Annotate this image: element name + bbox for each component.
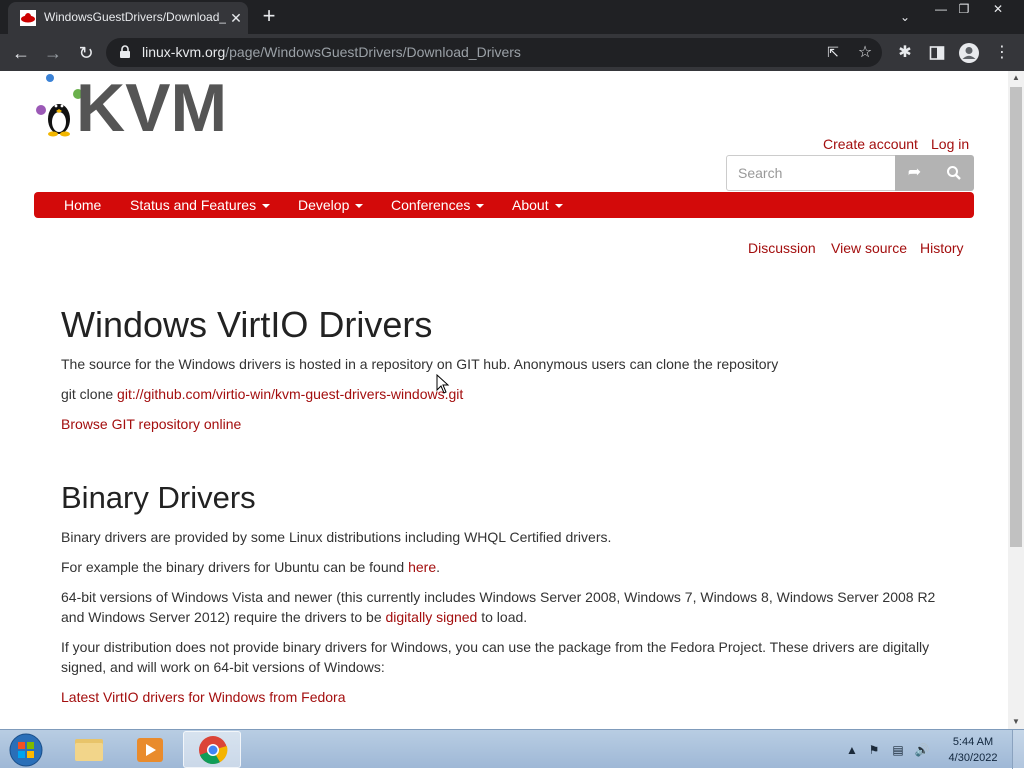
tab-history[interactable]: History (920, 240, 964, 256)
kvm-logo[interactable]: KVM (34, 71, 234, 137)
side-panel-icon[interactable] (926, 42, 948, 64)
browse-line: Browse GIT repository online (61, 414, 961, 434)
scroll-down-arrow-icon[interactable]: ▼ (1008, 715, 1024, 729)
intro-paragraph: The source for the Windows drivers is ho… (61, 356, 779, 372)
caret-down-icon (262, 204, 271, 209)
fedora-line: Latest VirtIO drivers for Windows from F… (61, 687, 961, 707)
nav-status-and-features[interactable]: Status and Features (130, 192, 271, 218)
tab-discussion[interactable]: Discussion (748, 240, 816, 256)
clock-date: 4/30/2022 (948, 752, 998, 764)
network-icon[interactable]: ▤ (890, 742, 906, 758)
digitally-signed-link[interactable]: digitally signed (386, 609, 478, 625)
ubuntu-here-link[interactable]: here (408, 559, 436, 575)
binary-paragraph: Binary drivers are provided by some Linu… (61, 529, 612, 545)
git-clone-line: git clone git://github.com/virtio-win/kv… (61, 384, 961, 404)
clock-time: 5:44 AM (952, 736, 994, 748)
ubuntu-paragraph: For example the binary drivers for Ubunt… (61, 557, 961, 577)
web-page: KVM Create account Log in ➦ Home Status … (0, 71, 1008, 729)
address-bar[interactable]: linux-kvm.org/page/WindowsGuestDrivers/D… (106, 38, 882, 67)
mouse-cursor-icon (436, 374, 450, 394)
restore-button[interactable]: ❐ (948, 0, 980, 18)
taskbar-media-player[interactable] (121, 731, 179, 768)
caret-down-icon (355, 204, 364, 209)
url-path: /page/WindowsGuestDrivers/Download_Drive… (225, 44, 521, 60)
scroll-up-arrow-icon[interactable]: ▲ (1008, 71, 1024, 85)
browser-tab[interactable]: WindowsGuestDrivers/Download_Drivers ✕ (8, 2, 248, 34)
main-navbar: Home Status and Features Develop Confere… (34, 192, 974, 218)
action-center-flag-icon[interactable]: ⚑ (866, 742, 882, 758)
tab-search-chevron-icon[interactable]: ⌄ (896, 8, 914, 26)
search-input[interactable] (727, 156, 877, 190)
go-arrow-icon[interactable]: ➦ (895, 155, 934, 191)
show-desktop-button[interactable] (1012, 730, 1024, 769)
nav-conferences-label: Conferences (391, 197, 471, 213)
create-account-link[interactable]: Create account (823, 136, 918, 152)
chrome-icon (199, 736, 228, 764)
start-button-icon[interactable] (6, 732, 46, 768)
windows-taskbar: ▲ ⚑ ▤ 🔊 5:44 AM 4/30/2022 (0, 729, 1024, 769)
extensions-puzzle-icon[interactable]: ✱ (894, 42, 916, 64)
git-repo-link[interactable]: git://github.com/virtio-win/kvm-guest-dr… (117, 386, 463, 402)
profile-avatar-icon[interactable] (958, 42, 980, 64)
lock-icon (120, 45, 130, 58)
system-tray: ▲ ⚑ ▤ 🔊 (840, 730, 950, 769)
binary-drivers-heading: Binary Drivers (61, 480, 256, 515)
nav-status-label: Status and Features (130, 197, 257, 213)
nav-conferences[interactable]: Conferences (391, 192, 485, 218)
ubuntu-suffix: . (436, 559, 440, 575)
new-tab-button[interactable]: + (258, 5, 280, 28)
share-icon[interactable]: ⇱ (824, 44, 842, 62)
browser-tab-strip: WindowsGuestDrivers/Download_Drivers ✕ +… (0, 0, 1024, 34)
page-scrollbar[interactable]: ▲ ▼ (1008, 71, 1024, 729)
nav-develop[interactable]: Develop (298, 192, 364, 218)
folder-icon (75, 739, 103, 761)
tab-view-source[interactable]: View source (831, 240, 907, 256)
bookmark-star-icon[interactable]: ☆ (856, 42, 874, 62)
back-arrow-icon[interactable]: ← (9, 41, 33, 65)
scrollbar-thumb[interactable] (1010, 87, 1022, 547)
git-clone-prefix: git clone (61, 386, 118, 402)
tab-close-icon[interactable]: ✕ (228, 10, 244, 26)
browse-git-link[interactable]: Browse GIT repository online (61, 416, 241, 432)
chrome-menu-icon[interactable]: ⋮ (991, 42, 1013, 64)
logo-text: KVM (76, 71, 227, 137)
taskbar-explorer[interactable] (60, 731, 118, 768)
forward-arrow-icon[interactable]: → (41, 41, 65, 65)
media-player-icon (137, 738, 163, 762)
url-text: linux-kvm.org/page/WindowsGuestDrivers/D… (142, 44, 521, 60)
nav-home-label: Home (64, 197, 102, 213)
redhat-favicon-icon (20, 10, 36, 26)
taskbar-clock[interactable]: 5:44 AM 4/30/2022 (938, 734, 1008, 766)
log-in-link[interactable]: Log in (931, 136, 969, 152)
fedora-paragraph: If your distribution does not provide bi… (61, 639, 930, 675)
fedora-drivers-link[interactable]: Latest VirtIO drivers for Windows from F… (61, 689, 346, 705)
taskbar-chrome[interactable] (183, 731, 241, 768)
search-icon[interactable] (934, 155, 974, 191)
volume-icon[interactable]: 🔊 (914, 742, 930, 758)
nav-home[interactable]: Home (64, 192, 101, 218)
nav-develop-label: Develop (298, 197, 350, 213)
caret-down-icon (554, 204, 563, 209)
url-host: linux-kvm.org (142, 44, 226, 60)
nav-about-label: About (512, 197, 549, 213)
signed-suffix: to load. (477, 609, 528, 625)
tab-title: WindowsGuestDrivers/Download_Drivers (44, 10, 226, 24)
nav-about[interactable]: About (512, 192, 563, 218)
browser-toolbar: ← → ↻ linux-kvm.org/page/WindowsGuestDri… (0, 34, 1024, 71)
search-box (726, 155, 896, 191)
signed-paragraph: 64-bit versions of Windows Vista and new… (61, 587, 941, 627)
caret-down-icon (476, 204, 485, 209)
reload-icon[interactable]: ↻ (74, 41, 98, 65)
show-hidden-icons-icon[interactable]: ▲ (844, 742, 860, 758)
ubuntu-text: For example the binary drivers for Ubunt… (61, 559, 409, 575)
window-close-button[interactable]: ✕ (982, 0, 1014, 18)
page-title: Windows VirtIO Drivers (61, 304, 433, 345)
